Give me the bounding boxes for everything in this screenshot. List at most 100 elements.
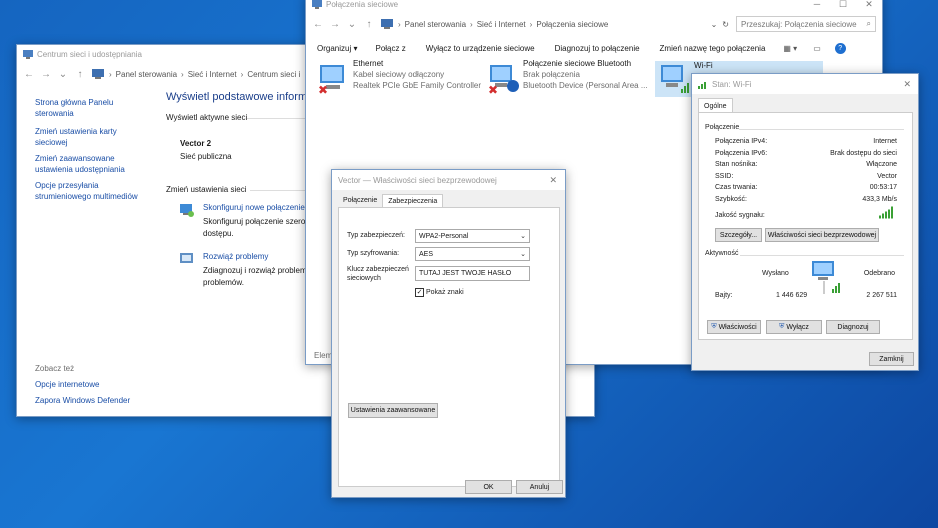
breadcrumb-item[interactable]: Połączenia sieciowe [536,20,608,29]
wireless-properties-button[interactable]: Właściwości sieci bezprzewodowej [765,228,879,242]
ok-button[interactable]: OK [465,480,512,494]
up-icon[interactable]: ↑ [74,69,86,80]
breadcrumb-item[interactable]: Sieć i Internet [477,20,526,29]
breadcrumb-separator-icon: › [109,69,112,79]
disable-button-label: Wyłącz [786,323,809,331]
advanced-settings-button[interactable]: Ustawienia zaawansowane [348,403,438,418]
show-chars-checkbox[interactable]: ✓ [415,288,424,297]
connections-address-bar: ← → ⌄ ↑ › Panel sterowania › Sieć i Inte… [306,13,882,35]
svg-text:✖: ✖ [318,83,328,95]
network-type: Sieć publiczna [180,152,232,161]
adapter-status: Kabel sieciowy odłączony [353,70,445,79]
task-troubleshoot[interactable]: Rozwiąż problemy [203,252,268,261]
breadcrumb-item[interactable]: Centrum sieci i [247,70,300,79]
adapter-device: Realtek PCIe GbE Family Controller [353,81,482,90]
disable-button[interactable]: ⛨ Wyłącz [766,320,822,334]
back-icon[interactable]: ← [23,69,35,80]
recent-chevron-icon[interactable]: ⌄ [57,69,69,80]
breadcrumb-item[interactable]: Sieć i Internet [188,70,237,79]
media-state-label: Stan nośnika: [715,161,758,168]
window-controls: ─ ☐ ✕ [804,0,882,10]
toolbar-rename[interactable]: Zmień nazwę tego połączenia [660,44,766,53]
ethernet-adapter-icon: ✖ [318,65,344,95]
view-options-icon[interactable]: ▦ ▾ [783,44,797,53]
details-button[interactable]: Szczegóły... [715,228,762,242]
adapter-ethernet[interactable]: ✖ Ethernet Kabel sieciowy odłączony Real… [316,59,491,99]
tab-security[interactable]: Zabezpieczenia [382,194,444,208]
toolbar-connect[interactable]: Połącz z [375,44,405,53]
diagnose-button[interactable]: Diagnozuj [826,320,880,334]
properties-button[interactable]: ⛨ Właściwości [707,320,761,334]
task-new-connection[interactable]: Skonfiguruj nowe połączenie [203,203,305,212]
duration-value: 00:53:17 [869,184,897,191]
close-icon[interactable]: ✕ [856,0,882,10]
search-icon: ⌕ [866,19,871,28]
breadcrumb-separator-icon: › [398,19,401,29]
close-button[interactable]: Zamknij [869,352,914,366]
shield-icon: ⛨ [779,323,785,330]
connections-title: Połączenia sieciowe [326,0,399,9]
network-center-title: Centrum sieci i udostępniania [37,49,142,59]
forward-icon[interactable]: → [329,19,341,30]
encryption-select[interactable]: AES ⌄ [415,247,530,261]
page-title: Wyświetl podstawowe inform [166,91,308,103]
see-also-internet-options[interactable]: Opcje internetowe [35,377,130,393]
breadcrumb-separator-icon: › [529,19,533,29]
general-panel [698,112,913,340]
back-icon[interactable]: ← [312,19,324,30]
key-label: Klucz zabezpieczeń sieciowych [347,266,409,282]
ipv4-label: Połączenia IPv4: [715,138,768,145]
sidebar-item-adapter-settings[interactable]: Zmień ustawienia karty sieciowej [35,126,150,148]
change-settings-label: Zmień ustawienia sieci [166,185,247,194]
bytes-received-value: 2 267 511 [866,292,897,299]
wifi-status-dialog: Stan: Wi-Fi ✕ Ogólne Połączenie Połączen… [691,73,919,371]
address-dropdown-icon[interactable]: ⌄ [711,20,718,29]
key-input[interactable]: TUTAJ JEST TWOJE HASŁO [415,266,530,281]
encryption-label: Typ szyfrowania: [347,250,400,257]
breadcrumb-item[interactable]: Panel sterowania [405,20,466,29]
network-activity-icon [812,261,840,294]
toolbar-diagnose[interactable]: Diagnozuj to połączenie [555,44,640,53]
change-settings-divider [250,190,310,191]
forward-icon[interactable]: → [40,69,52,80]
sidebar-item-media-streaming[interactable]: Opcje przesyłania strumieniowego multime… [35,180,150,202]
wifi-status-close-icon[interactable]: ✕ [903,79,911,90]
control-panel-icon [92,69,104,79]
key-value: TUTAJ JEST TWOJE HASŁO [419,270,512,277]
up-icon[interactable]: ↑ [363,19,375,30]
adapter-bluetooth[interactable]: ✖ Połączenie sieciowe Bluetooth Brak poł… [486,59,651,99]
breadcrumb-separator-icon: › [181,69,184,79]
see-also-label: Zobacz też [35,364,75,373]
troubleshoot-icon [180,253,193,263]
help-icon[interactable]: ? [834,42,846,54]
breadcrumb-separator-icon: › [240,69,244,79]
preview-pane-icon[interactable]: ▭ [813,44,821,53]
network-name: Vector 2 [180,139,212,148]
sidebar-item-advanced-sharing[interactable]: Zmień zaawansowane ustawienia udostępnia… [35,153,150,175]
see-also-section: Zobacz też Opcje internetowe Zapora Wind… [35,361,130,409]
ssid-value: Vector [877,173,897,180]
tab-connection[interactable]: Połączenie [338,194,382,208]
toolbar-organize[interactable]: Organizuj ▾ [317,44,357,53]
security-type-label: Typ zabezpieczeń: [347,232,405,239]
maximize-icon[interactable]: ☐ [830,0,856,10]
signal-quality-label: Jakość sygnału: [715,212,765,219]
sidebar-item-home[interactable]: Strona główna Panelu sterowania [35,97,150,119]
refresh-icon[interactable]: ↻ [722,20,729,29]
see-also-firewall[interactable]: Zapora Windows Defender [35,393,130,409]
adapter-name: Wi-Fi [694,61,713,70]
security-type-select[interactable]: WPA2-Personal ⌄ [415,229,530,243]
sidebar: Strona główna Panelu sterowania Zmień us… [35,97,150,202]
search-input[interactable]: Przeszukaj: Połączenia sieciowe ⌕ [736,16,876,32]
recent-chevron-icon[interactable]: ⌄ [346,19,358,30]
breadcrumb-item[interactable]: Panel sterowania [116,70,177,79]
dialog-close-icon[interactable]: ✕ [549,175,557,186]
breadcrumb: › Panel sterowania › Sieć i Internet › C… [91,68,300,80]
adapter-name: Połączenie sieciowe Bluetooth [523,59,632,68]
adapter-device: Bluetooth Device (Personal Area ... [523,81,648,90]
cancel-button[interactable]: Anuluj [516,480,563,494]
ipv6-label: Połączenia IPv6: [715,150,768,157]
bytes-sent-value: 1 446 629 [776,292,808,299]
toolbar-disable[interactable]: Wyłącz to urządzenie sieciowe [426,44,535,53]
minimize-icon[interactable]: ─ [804,0,830,10]
